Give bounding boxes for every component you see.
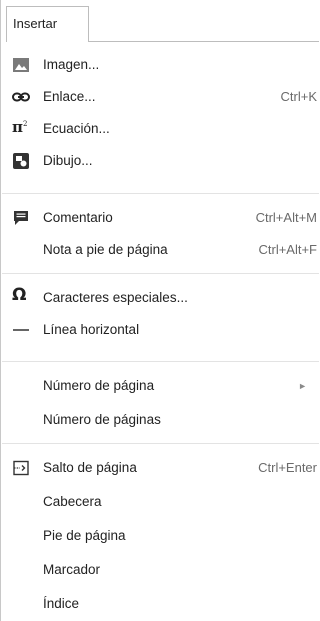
- menu-item-label: Caracteres especiales...: [43, 290, 188, 305]
- menu-item-label: Ecuación...: [43, 121, 110, 136]
- insert-menu-panel: Insertar Imagen... Enlace... Ctrl+K π2 E…: [0, 0, 319, 621]
- menu-item-shortcut: Ctrl+Alt+F: [258, 242, 317, 257]
- menu-item-label: Comentario: [43, 210, 113, 225]
- omega-icon: Ω: [12, 285, 27, 305]
- menu-item-page-number[interactable]: Número de página ►: [2, 370, 319, 402]
- link-icon: [12, 88, 30, 106]
- menu-item-special-characters[interactable]: Ω Caracteres especiales...: [2, 282, 319, 314]
- menu-item-label: Línea horizontal: [43, 322, 140, 337]
- menu-item-label: Índice: [43, 596, 80, 611]
- menu-item-table-of-contents[interactable]: Índice: [2, 588, 319, 620]
- image-icon: [12, 56, 30, 74]
- menu-item-horizontal-line[interactable]: Línea horizontal: [2, 314, 319, 346]
- menu-item-label: Salto de página: [43, 460, 137, 475]
- menu-item-header[interactable]: Cabecera: [2, 486, 319, 518]
- menu-tab-insertar[interactable]: Insertar: [6, 6, 89, 42]
- menu-item-drawing[interactable]: Dibujo...: [2, 145, 319, 177]
- menu-item-label: Número de páginas: [43, 412, 161, 427]
- tab-bar-divider: [88, 41, 319, 42]
- menu-item-label: Enlace...: [43, 89, 96, 104]
- menu-item-label: Imagen...: [43, 57, 100, 72]
- menu-item-label: Dibujo...: [43, 153, 93, 168]
- horizontal-line-icon: [12, 321, 30, 339]
- menu-separator: [2, 443, 319, 444]
- page-break-icon: [12, 459, 30, 477]
- menu-item-label: Nota a pie de página: [43, 242, 168, 257]
- submenu-arrow-icon: ►: [298, 381, 307, 391]
- menu-item-bookmark[interactable]: Marcador: [2, 554, 319, 586]
- menu-separator: [2, 361, 319, 362]
- menu-item-label: Número de página: [43, 378, 155, 393]
- menu-item-page-break[interactable]: Salto de página Ctrl+Enter: [2, 452, 319, 484]
- equation-icon: π2: [12, 118, 28, 136]
- menu-item-comment[interactable]: Comentario Ctrl+Alt+M: [2, 202, 319, 234]
- menu-item-image[interactable]: Imagen...: [2, 49, 319, 81]
- menu-tab-bar: Insertar: [1, 0, 319, 42]
- menu-item-footnote[interactable]: Nota a pie de página Ctrl+Alt+F: [2, 234, 319, 266]
- menu-item-label: Pie de página: [43, 528, 126, 543]
- menu-item-link[interactable]: Enlace... Ctrl+K: [2, 81, 319, 113]
- menu-item-shortcut: Ctrl+Enter: [258, 460, 317, 475]
- menu-item-label: Marcador: [43, 562, 101, 577]
- comment-icon: [12, 209, 30, 227]
- menu-item-shortcut: Ctrl+Alt+M: [255, 210, 317, 225]
- menu-item-label: Cabecera: [43, 494, 102, 509]
- menu-item-footer[interactable]: Pie de página: [2, 520, 319, 552]
- menu-item-shortcut: Ctrl+K: [280, 89, 317, 104]
- menu-item-equation[interactable]: π2 Ecuación...: [2, 113, 319, 145]
- menu-separator: [2, 273, 319, 274]
- menu-item-page-count[interactable]: Número de páginas: [2, 404, 319, 436]
- drawing-icon: [12, 152, 30, 170]
- menu-separator: [2, 193, 319, 194]
